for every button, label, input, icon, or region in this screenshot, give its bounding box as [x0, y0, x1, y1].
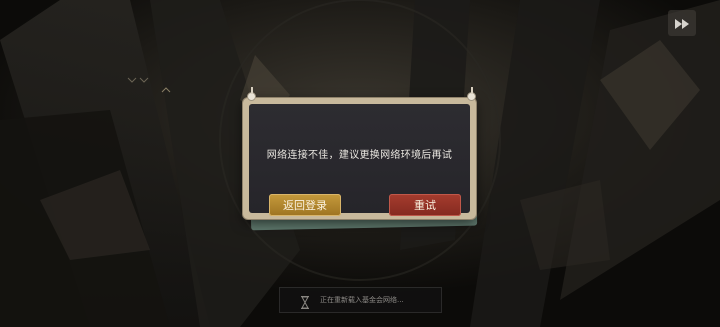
network-error-dialog: 网络连接不佳，建议更换网络环境后再试 返回登录 重试: [238, 87, 482, 232]
dialog-frame: 网络连接不佳，建议更换网络环境后再试 返回登录 重试: [243, 98, 476, 219]
loading-text: 正在重新载入基金会网络...: [320, 296, 404, 304]
fast-forward-icon: [675, 14, 689, 33]
pin-right-icon: [467, 87, 476, 101]
hourglass-icon: [300, 294, 310, 313]
pin-left-icon: [247, 87, 256, 101]
dialog-panel: 网络连接不佳，建议更换网络环境后再试 返回登录 重试: [249, 104, 470, 216]
loading-status-bar: 正在重新载入基金会网络...: [279, 287, 442, 313]
back-to-login-button[interactable]: 返回登录: [269, 194, 341, 216]
retry-button[interactable]: 重试: [389, 194, 461, 216]
fast-forward-button[interactable]: [668, 10, 696, 36]
dialog-message: 网络连接不佳，建议更换网络环境后再试: [266, 150, 453, 161]
